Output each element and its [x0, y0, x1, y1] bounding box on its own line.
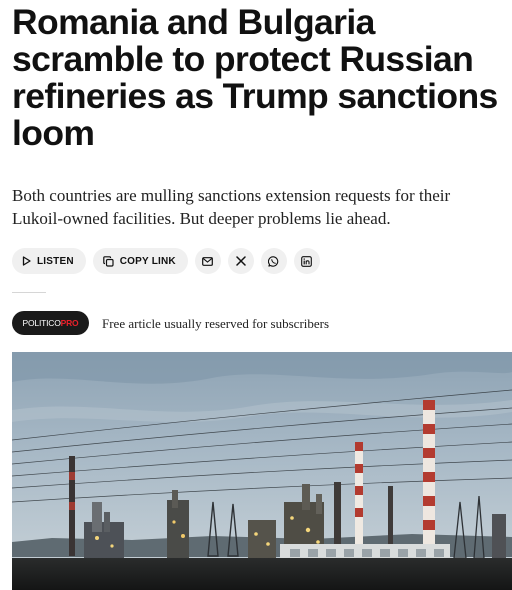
whatsapp-share-button[interactable] — [260, 248, 287, 274]
copy-link-button[interactable]: COPY LINK — [92, 248, 188, 274]
article-headline: Romania and Bulgaria scramble to protect… — [12, 2, 498, 153]
x-icon — [236, 256, 246, 266]
section-divider — [12, 292, 46, 293]
hero-image-refinery — [12, 352, 512, 590]
listen-label: LISTEN — [37, 255, 74, 267]
whatsapp-icon — [268, 255, 279, 267]
play-icon — [22, 256, 31, 266]
free-article-note: Free article usually reserved for subscr… — [102, 316, 330, 331]
x-share-button[interactable] — [227, 248, 254, 274]
politico-pro-badge[interactable]: POLITICO PRO — [12, 311, 89, 335]
share-toolbar: LISTEN COPY LINK — [12, 248, 320, 274]
email-share-button[interactable] — [194, 248, 221, 274]
copy-icon — [102, 255, 114, 267]
badge-suffix: PRO — [60, 318, 79, 328]
linkedin-share-button[interactable] — [293, 248, 320, 274]
badge-brand: POLITICO — [22, 318, 61, 328]
linkedin-icon — [301, 255, 313, 267]
copy-link-label: COPY LINK — [119, 255, 176, 267]
article-dek: Both countries are mulling sanctions ext… — [12, 186, 451, 228]
mail-icon — [202, 256, 214, 266]
listen-button[interactable]: LISTEN — [12, 248, 86, 274]
